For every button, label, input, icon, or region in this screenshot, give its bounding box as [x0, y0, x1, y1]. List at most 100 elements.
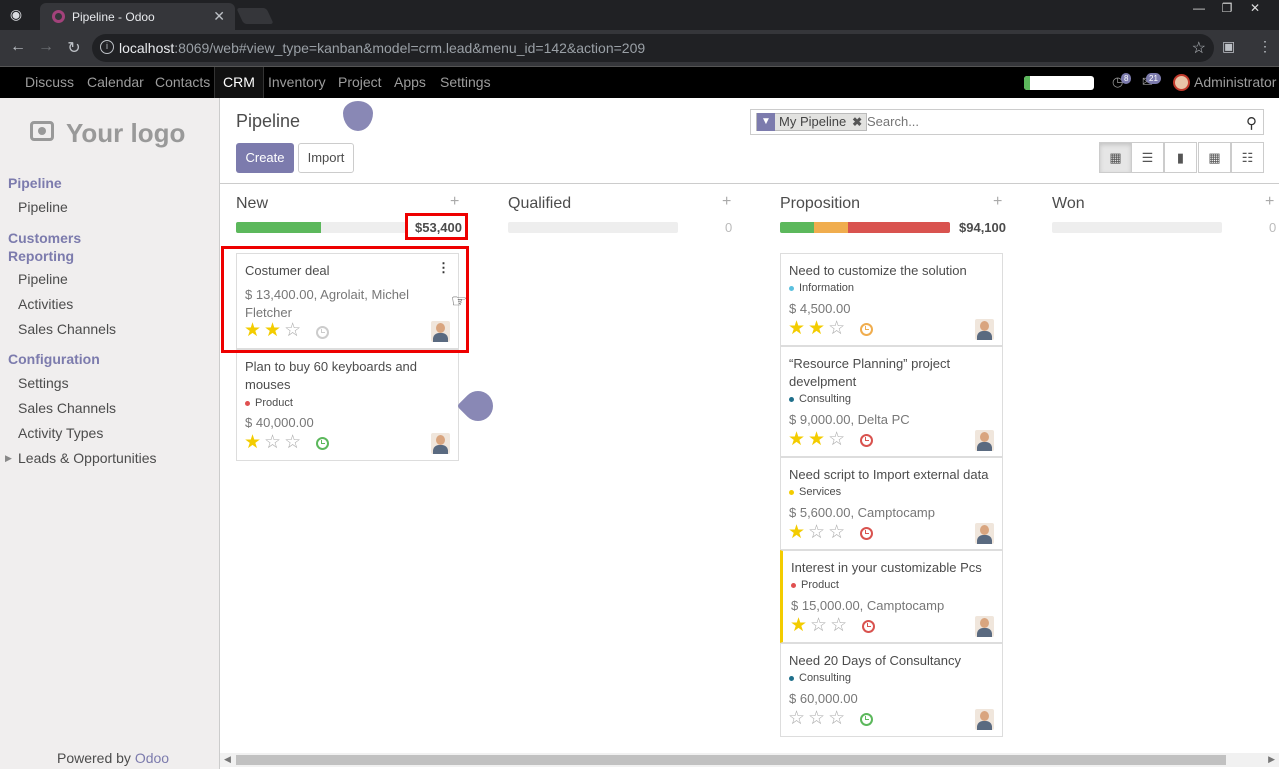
pivot-view-icon[interactable]: ☷	[1231, 142, 1264, 173]
star-icon[interactable]: ☆	[810, 615, 830, 636]
browser-tab[interactable]: Pipeline - Odoo ✕	[40, 3, 235, 30]
priority-stars[interactable]: ★☆☆	[244, 433, 304, 453]
sidebar-item-sales-channels[interactable]: Sales Channels	[18, 321, 116, 337]
kanban-card[interactable]: Need script to Import external data Serv…	[780, 457, 1003, 550]
star-icon[interactable]: ☆	[828, 318, 848, 339]
sidebar-section-customers-reporting[interactable]: Customers Reporting	[8, 229, 98, 265]
minimize-icon[interactable]: —	[1185, 0, 1213, 18]
column-title-qualified[interactable]: Qualified	[508, 195, 571, 213]
user-avatar[interactable]	[1173, 74, 1190, 91]
star-icon[interactable]: ★	[788, 429, 808, 450]
odoo-link[interactable]: Odoo	[135, 750, 169, 766]
priority-stars[interactable]: ☆☆☆	[788, 709, 848, 729]
quick-create-qualified-icon[interactable]: +	[722, 193, 731, 211]
progress-segment[interactable]	[321, 222, 406, 233]
sidebar-section-configuration[interactable]: Configuration	[8, 351, 100, 367]
scroll-right-icon[interactable]: ▶	[1268, 754, 1275, 765]
sidebar-item-activities[interactable]: Activities	[18, 296, 73, 312]
activity-clock-icon[interactable]	[316, 326, 329, 339]
browser-menu-icon[interactable]: ⋮	[1258, 38, 1272, 55]
activity-clock-icon[interactable]	[862, 620, 875, 633]
close-tab-icon[interactable]: ✕	[213, 8, 225, 25]
import-button[interactable]: Import	[298, 143, 354, 173]
menu-contacts[interactable]: Contacts	[155, 67, 210, 98]
activity-clock-icon[interactable]	[860, 527, 873, 540]
info-icon[interactable]: i	[100, 40, 114, 54]
kanban-card[interactable]: “Resource Planning” project develpment C…	[780, 346, 1003, 457]
menu-discuss[interactable]: Discuss	[25, 67, 74, 98]
priority-stars[interactable]: ★☆☆	[788, 523, 848, 543]
activity-clock-icon[interactable]	[860, 713, 873, 726]
menu-apps[interactable]: Apps	[394, 67, 426, 98]
column-title-proposition[interactable]: Proposition	[780, 195, 860, 213]
restore-icon[interactable]: ❐	[1213, 0, 1241, 18]
progressbar-qualified[interactable]	[508, 222, 678, 233]
kanban-card[interactable]: Plan to buy 60 keyboards and mouses Prod…	[236, 349, 459, 461]
star-icon[interactable]: ★	[790, 615, 810, 636]
progress-segment[interactable]	[236, 222, 321, 233]
scroll-left-icon[interactable]: ◀	[224, 754, 231, 765]
star-icon[interactable]: ☆	[830, 615, 850, 636]
sidebar-item-activity-types[interactable]: Activity Types	[18, 425, 103, 441]
forward-icon[interactable]: →	[36, 38, 56, 56]
star-icon[interactable]: ☆	[828, 708, 848, 729]
star-icon[interactable]: ☆	[284, 432, 304, 453]
star-icon[interactable]: ★	[244, 320, 264, 341]
kanban-card[interactable]: Need to customize the solution Informati…	[780, 253, 1003, 346]
menu-calendar[interactable]: Calendar	[87, 67, 144, 98]
sidebar-item-reporting-pipeline[interactable]: Pipeline	[18, 271, 68, 287]
extension-icon[interactable]: ▣	[1222, 38, 1235, 55]
priority-stars[interactable]: ★★☆	[244, 321, 304, 341]
star-icon[interactable]: ★	[244, 432, 264, 453]
horizontal-scrollbar[interactable]: ◀ ▶	[220, 753, 1279, 767]
star-icon[interactable]: ★	[788, 318, 808, 339]
column-title-won[interactable]: Won	[1052, 195, 1085, 213]
star-icon[interactable]: ★	[788, 522, 808, 543]
onboarding-progress[interactable]	[1024, 76, 1094, 90]
star-icon[interactable]: ☆	[788, 708, 808, 729]
star-icon[interactable]: ☆	[828, 429, 848, 450]
star-icon[interactable]: ★	[264, 320, 284, 341]
quick-create-won-icon[interactable]: +	[1265, 193, 1274, 211]
reload-icon[interactable]: ↻	[64, 38, 84, 58]
search-input[interactable]	[867, 114, 1217, 129]
kanban-card[interactable]: Costumer deal ⋮ $ 13,400.00, Agrolait, M…	[236, 253, 459, 349]
star-icon[interactable]: ☆	[808, 522, 828, 543]
bookmark-star-icon[interactable]: ☆	[1192, 38, 1206, 58]
sidebar-section-pipeline[interactable]: Pipeline	[8, 175, 62, 191]
menu-settings[interactable]: Settings	[440, 67, 491, 98]
priority-stars[interactable]: ★★☆	[788, 430, 848, 450]
url-field[interactable]: i localhost:8069/web#view_type=kanban&mo…	[92, 34, 1214, 62]
sidebar-item-settings[interactable]: Settings	[18, 375, 69, 391]
priority-stars[interactable]: ★☆☆	[790, 616, 850, 636]
column-title-new[interactable]: New	[236, 195, 268, 213]
priority-stars[interactable]: ★★☆	[788, 319, 848, 339]
star-icon[interactable]: ☆	[264, 432, 284, 453]
new-tab-button[interactable]	[236, 8, 274, 24]
progress-segment[interactable]	[780, 222, 814, 233]
close-window-icon[interactable]: ✕	[1241, 0, 1269, 18]
remove-facet-icon[interactable]: ✖	[852, 114, 862, 130]
calendar-view-icon[interactable]: ▦	[1198, 142, 1231, 173]
tour-tip-bubble[interactable]	[456, 384, 500, 428]
kanban-view-icon[interactable]: ▦	[1099, 142, 1132, 173]
activity-clock-icon[interactable]	[860, 434, 873, 447]
caret-right-icon[interactable]: ▶	[5, 453, 12, 464]
quick-create-new-icon[interactable]: +	[450, 193, 459, 211]
create-button[interactable]: Create	[236, 143, 294, 173]
tour-tip-bubble[interactable]	[343, 101, 373, 131]
sidebar-item-leads-opportunities[interactable]: Leads & Opportunities	[18, 450, 157, 466]
quick-create-proposition-icon[interactable]: +	[993, 193, 1002, 211]
star-icon[interactable]: ☆	[808, 708, 828, 729]
progressbar-new[interactable]	[236, 222, 406, 233]
activity-clock-icon[interactable]	[860, 323, 873, 336]
star-icon[interactable]: ☆	[284, 320, 304, 341]
search-icon[interactable]: ⚲	[1246, 114, 1257, 132]
progressbar-proposition[interactable]	[780, 222, 950, 233]
menu-project[interactable]: Project	[338, 67, 382, 98]
sidebar-item-pipeline[interactable]: Pipeline	[18, 199, 68, 215]
progress-segment[interactable]	[814, 222, 848, 233]
card-menu-icon[interactable]: ⋮	[437, 260, 450, 276]
scrollbar-thumb[interactable]	[236, 755, 1226, 765]
progressbar-won[interactable]	[1052, 222, 1222, 233]
